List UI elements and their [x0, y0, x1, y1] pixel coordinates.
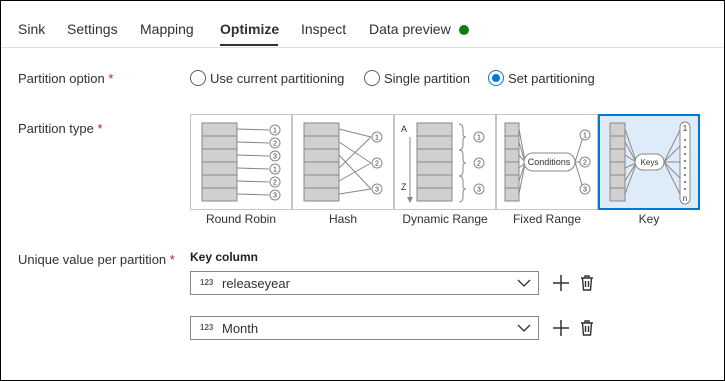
key-column-header: Key column	[190, 250, 259, 264]
key-column-value: releaseyear	[222, 276, 290, 291]
partition-type-key-label: Key	[638, 212, 660, 226]
dr-glyph: 2	[477, 161, 481, 168]
partition-type-dynamic-range-label: Dynamic Range	[402, 212, 488, 226]
dr-glyph: 3	[477, 187, 481, 194]
partition-type-hash[interactable]: 1 2 3	[292, 114, 394, 210]
tab-data-preview[interactable]: Data preview	[369, 21, 451, 37]
key-top-glyph: 1	[683, 124, 688, 133]
partition-type-fixed-range-label: Fixed Range	[512, 212, 582, 226]
rr-glyph: 1	[273, 128, 277, 135]
dr-glyph: 1	[477, 135, 481, 142]
partition-type-round-robin-label: Round Robin	[205, 212, 277, 226]
conditions-glyph: Conditions	[528, 157, 571, 167]
chevron-down-icon	[517, 324, 531, 332]
status-dot-icon	[459, 25, 469, 35]
add-icon[interactable]	[552, 274, 570, 292]
partition-type-fixed-range[interactable]: Conditions 1 2 3	[496, 114, 598, 210]
fixed-range-diagram-icon: Conditions 1 2 3	[504, 122, 591, 202]
hash-glyph: 1	[375, 135, 379, 142]
radio-label: Set partitioning	[508, 70, 595, 86]
required-mark: *	[108, 71, 114, 86]
radio-selected-icon	[488, 70, 504, 86]
dynamic-range-diagram-icon: A Z 1 2 3	[401, 122, 485, 203]
rr-glyph: 3	[273, 193, 277, 200]
required-mark: *	[169, 252, 175, 267]
tab-bar: Sink Settings Mapping Optimize Inspect D…	[1, 1, 724, 48]
partition-type-hash-label: Hash	[328, 212, 357, 226]
round-robin-diagram-icon: 1 2 3 1 2 3	[201, 122, 281, 202]
tab-inspect[interactable]: Inspect	[301, 21, 346, 37]
axis-z-glyph: Z	[401, 182, 407, 192]
unique-value-label-text: Unique value per partition	[18, 252, 167, 267]
key-diagram-icon: Keys 1 n	[609, 121, 691, 205]
hash-glyph: 3	[375, 187, 379, 194]
fr-glyph: 3	[583, 187, 587, 194]
keys-glyph: Keys	[641, 158, 659, 167]
tab-settings[interactable]: Settings	[67, 21, 118, 37]
partition-type-label-text: Partition type	[18, 121, 94, 136]
tab-optimize[interactable]: Optimize	[220, 21, 279, 37]
rr-glyph: 3	[273, 154, 277, 161]
active-tab-indicator	[220, 44, 278, 46]
radio-label: Use current partitioning	[210, 70, 345, 86]
add-icon[interactable]	[552, 319, 570, 337]
partition-option-label-text: Partition option	[18, 71, 105, 86]
axis-a-glyph: A	[401, 124, 407, 134]
partition-type-round-robin[interactable]: 1 2 3 1 2 3	[190, 114, 292, 210]
tab-mapping[interactable]: Mapping	[140, 21, 194, 37]
key-column-value: Month	[222, 321, 259, 336]
tab-sink[interactable]: Sink	[18, 21, 45, 37]
rr-glyph: 2	[273, 180, 277, 187]
fr-glyph: 2	[583, 160, 587, 167]
partition-option-label: Partition option *	[18, 71, 113, 86]
partition-type-dynamic-range[interactable]: A Z 1 2 3	[394, 114, 496, 210]
key-bottom-glyph: n	[683, 194, 687, 203]
hash-glyph: 2	[375, 161, 379, 168]
hash-diagram-icon: 1 2 3	[303, 122, 383, 202]
partition-type-label: Partition type *	[18, 121, 103, 136]
rr-glyph: 2	[273, 141, 277, 148]
unique-value-label: Unique value per partition *	[18, 252, 175, 267]
radio-circle-icon	[190, 70, 206, 86]
numeric-type-icon: 123	[200, 323, 214, 332]
partition-type-key[interactable]: Keys 1 n	[598, 114, 700, 210]
fr-glyph: 1	[583, 133, 587, 140]
key-column-dropdown-2[interactable]: 123 Month	[190, 316, 539, 340]
radio-set-partitioning[interactable]: Set partitioning	[488, 68, 595, 88]
chevron-down-icon	[517, 279, 531, 287]
radio-circle-icon	[364, 70, 380, 86]
numeric-type-icon: 123	[200, 278, 214, 287]
radio-use-current-partitioning[interactable]: Use current partitioning	[190, 68, 344, 88]
radio-label: Single partition	[384, 70, 470, 86]
key-column-dropdown-1[interactable]: 123 releaseyear	[190, 271, 539, 295]
delete-icon[interactable]	[578, 274, 596, 292]
delete-icon[interactable]	[578, 319, 596, 337]
radio-single-partition[interactable]: Single partition	[364, 68, 470, 88]
optimize-panel: Sink Settings Mapping Optimize Inspect D…	[0, 0, 725, 381]
rr-glyph: 1	[273, 167, 277, 174]
required-mark: *	[97, 121, 103, 136]
